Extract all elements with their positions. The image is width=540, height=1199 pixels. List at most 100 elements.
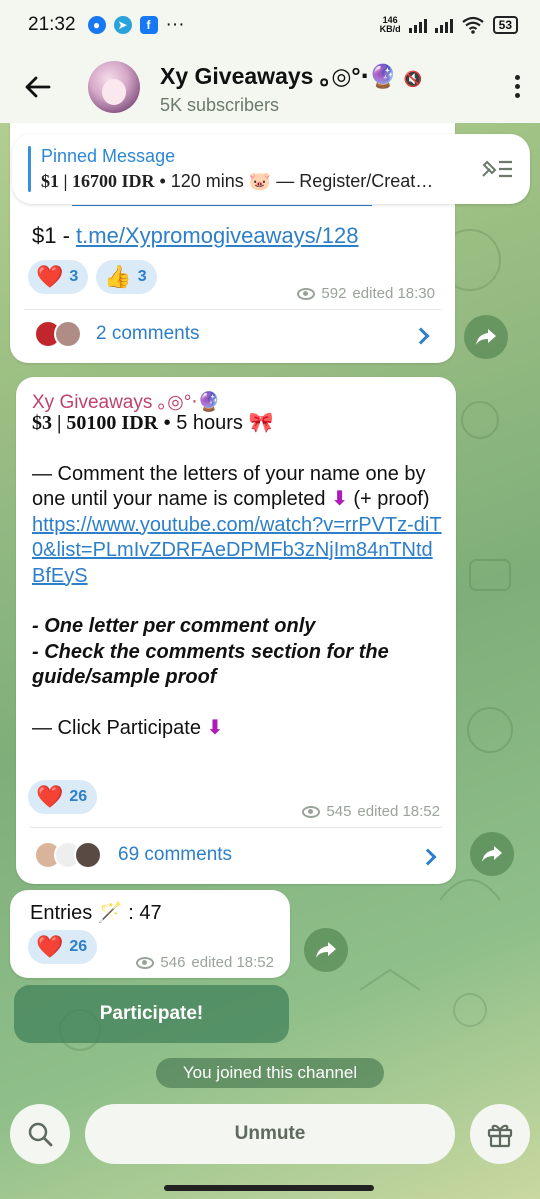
message-2-comments[interactable]: 69 comments — [34, 841, 232, 869]
message-1-reactions: ❤️ 3 👍 3 — [28, 260, 157, 294]
down-arrow-icon: ⬇ — [331, 488, 348, 510]
back-button[interactable] — [8, 57, 68, 117]
message-2-instruction: — Comment the letters of your name one b… — [32, 462, 442, 513]
rule-2: - Check the comments section for the gui… — [32, 640, 389, 689]
share-button-1[interactable] — [464, 315, 508, 359]
muted-icon: 🔇 — [403, 71, 423, 88]
home-indicator — [164, 1185, 374, 1191]
message-bubble-3[interactable]: Entries 🪄 : 47 ❤️ 26 546 edited 18:52 — [10, 890, 290, 978]
heart-emoji-icon: ❤️ — [36, 934, 64, 959]
reaction-count: 26 — [69, 938, 88, 955]
heart-emoji-icon: ❤️ — [36, 784, 64, 809]
views-icon — [136, 956, 155, 969]
youtube-link[interactable]: https://www.youtube.com/watch?v=rrPVTz-d… — [32, 513, 442, 590]
more-notifications-icon: ··· — [165, 14, 185, 35]
channel-title: Xy Giveaways ｡◎°‧🔮 🔇 — [160, 57, 422, 91]
divider — [24, 309, 441, 310]
reaction-count: 3 — [137, 268, 147, 285]
share-arrow-icon — [476, 329, 496, 345]
message-bubble-2[interactable]: Xy Giveaways ｡◎°‧🔮 $3 | 50100 IDR • 5 ho… — [16, 377, 456, 884]
channel-avatar[interactable] — [88, 60, 140, 113]
partial-link-underline — [72, 205, 372, 206]
reaction-heart[interactable]: ❤️ 26 — [28, 780, 98, 814]
commenter-avatar — [54, 320, 82, 348]
pinned-message-bar[interactable]: Pinned Message $1 | 16700 IDR • 120 mins… — [12, 134, 530, 204]
view-count: 592 — [321, 285, 347, 302]
chevron-right-icon — [419, 848, 437, 866]
gift-icon — [487, 1124, 513, 1148]
edited-time: edited 18:30 — [352, 285, 435, 302]
notification-icons: ● ➤ f ··· — [87, 14, 185, 36]
pinned-list-icon[interactable] — [480, 156, 514, 182]
cta-line: — Click Participate ⬇ — [32, 716, 442, 742]
channel-title-text: Xy Giveaways ｡◎°‧🔮 — [160, 63, 398, 89]
signal-icon-2 — [434, 17, 453, 33]
comments-count: 2 comments — [96, 323, 200, 344]
subscriber-count: 5K subscribers — [160, 95, 280, 115]
share-arrow-icon — [316, 942, 336, 958]
edited-time: edited 18:52 — [357, 803, 440, 820]
message-3-meta: 546 edited 18:52 — [136, 954, 274, 971]
message-1-comments[interactable]: 2 comments — [34, 320, 199, 348]
rule-1: - One letter per comment only — [32, 615, 316, 637]
status-time: 21:32 — [28, 14, 76, 35]
message-1-link[interactable]: t.me/Xypromogiveaways/128 — [76, 223, 358, 248]
search-button[interactable] — [10, 1104, 70, 1164]
reaction-heart[interactable]: ❤️ 26 — [28, 930, 98, 964]
share-arrow-icon — [482, 846, 502, 862]
view-count: 546 — [160, 954, 186, 971]
message-2-reactions: ❤️ 26 — [28, 780, 98, 814]
view-count: 545 — [326, 803, 352, 820]
reaction-count: 3 — [69, 268, 79, 285]
pinned-price: $1 | 16700 IDR — [41, 171, 155, 191]
message-1-text: $1 - t.me/Xypromogiveaways/128 — [32, 223, 359, 249]
down-arrow-icon: ⬇ — [206, 716, 224, 739]
net-speed: 146 KB/d — [380, 16, 401, 34]
more-options-button[interactable] — [515, 75, 520, 98]
commenter-avatar — [74, 841, 102, 869]
message-2-meta: 545 edited 18:52 — [302, 803, 440, 820]
net-speed-unit: KB/d — [379, 24, 401, 34]
channel-info[interactable]: Xy Giveaways ｡◎°‧🔮 🔇 5K subscribers — [160, 57, 422, 116]
message-1-meta: 592 edited 18:30 — [297, 285, 435, 302]
instruction-tail: (+ proof) — [347, 488, 430, 510]
pinned-rest: • 120 mins 🐷 — Register/Creat… — [154, 171, 434, 191]
comments-count: 69 comments — [118, 844, 233, 865]
battery-indicator: 53 — [492, 16, 518, 34]
views-icon — [302, 805, 321, 818]
share-button-2[interactable] — [470, 832, 514, 876]
message-2-duration: • 5 hours 🎀 — [158, 412, 274, 434]
message-2-body: $3 | 50100 IDR • 5 hours 🎀 — Comment the… — [32, 411, 442, 741]
reaction-thumbs-up[interactable]: 👍 3 — [96, 260, 157, 294]
divider — [30, 827, 442, 828]
reaction-heart[interactable]: ❤️ 3 — [28, 260, 89, 294]
cta-text: — Click Participate — [32, 716, 207, 739]
wifi-icon — [461, 16, 484, 34]
chat-notification-icon: ● — [87, 16, 106, 34]
joined-channel-notice: You joined this channel — [156, 1058, 384, 1088]
chat-header: Xy Giveaways ｡◎°‧🔮 🔇 5K subscribers — [0, 50, 540, 123]
signal-icon — [408, 17, 427, 33]
pinned-title: Pinned Message — [41, 146, 176, 166]
back-arrow-icon — [25, 76, 51, 97]
unmute-button[interactable]: Unmute — [85, 1104, 455, 1164]
share-button-3[interactable] — [304, 928, 348, 972]
pin-indicator — [28, 146, 31, 192]
participate-button[interactable]: Participate! — [14, 985, 289, 1043]
status-bar: 21:32 ● ➤ f ··· 146 KB/d 53 — [0, 0, 540, 50]
message-2-price: $3 | 50100 IDR — [32, 412, 159, 434]
message-3-reactions: ❤️ 26 — [28, 930, 98, 964]
heart-emoji-icon: ❤️ — [36, 264, 64, 289]
message-1-prefix: $1 - — [32, 223, 77, 248]
search-icon — [28, 1122, 53, 1147]
entries-count: Entries 🪄 : 47 — [30, 902, 162, 924]
message-2-header-line: $3 | 50100 IDR • 5 hours 🎀 — [32, 411, 442, 437]
edited-time: edited 18:52 — [191, 954, 274, 971]
views-icon — [297, 287, 316, 300]
sender-name: Xy Giveaways ｡◎°‧🔮 — [32, 392, 222, 413]
pinned-preview: $1 | 16700 IDR • 120 mins 🐷 — Register/C… — [41, 171, 481, 192]
gift-button[interactable] — [470, 1104, 530, 1164]
facebook-icon: f — [139, 16, 158, 34]
telegram-icon: ➤ — [113, 16, 132, 34]
reaction-count: 26 — [69, 788, 88, 805]
